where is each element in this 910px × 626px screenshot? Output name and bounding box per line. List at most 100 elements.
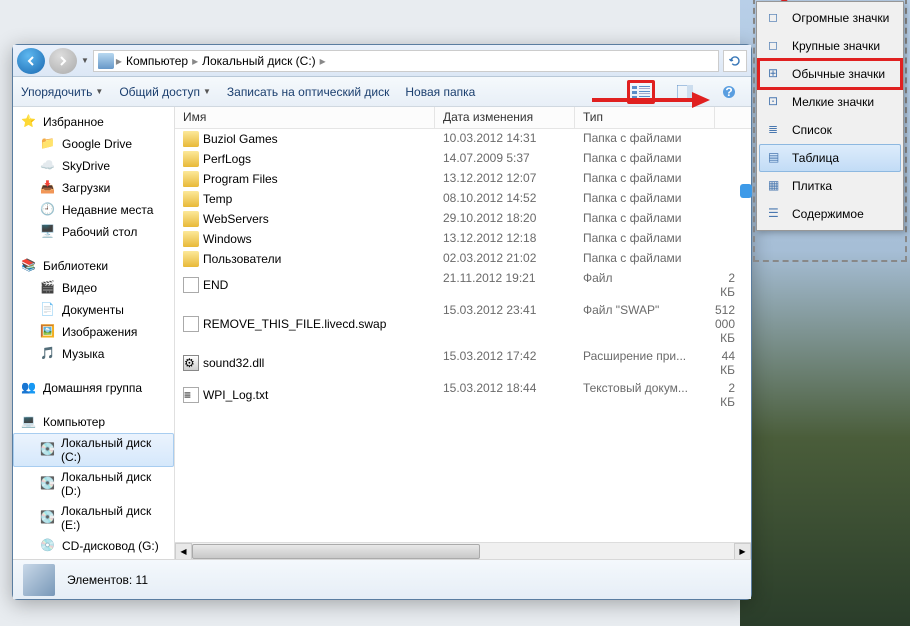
view-icon: ☰ [768, 206, 784, 222]
sidebar-favorites-header[interactable]: ⭐Избранное [13, 111, 174, 133]
sidebar-item[interactable]: 🎵Музыка [13, 343, 174, 365]
table-row[interactable]: Buziol Games10.03.2012 14:31Папка с файл… [175, 129, 751, 149]
sidebar-item-label: Локальный диск (C:) [61, 436, 165, 464]
toolbar-help-button[interactable]: ? [715, 80, 743, 104]
folder-icon [183, 211, 199, 227]
table-row[interactable]: PerfLogs14.07.2009 5:37Папка с файлами [175, 149, 751, 169]
file-date: 15.03.2012 23:41 [435, 303, 575, 345]
file-type: Расширение при... [575, 349, 715, 377]
table-row[interactable]: Program Files13.12.2012 12:07Папка с фай… [175, 169, 751, 189]
toolbar-new-folder[interactable]: Новая папка [405, 85, 475, 99]
computer-icon: 💻 [21, 414, 37, 430]
file-name: Windows [203, 232, 252, 246]
toolbar-share[interactable]: Общий доступ▼ [119, 85, 211, 99]
table-row[interactable]: END21.11.2012 19:21Файл2 КБ [175, 269, 751, 301]
toolbar-preview-pane-button[interactable] [671, 80, 699, 104]
column-name[interactable]: Имя [175, 107, 435, 128]
chevron-right-icon[interactable]: ▸ [192, 54, 198, 68]
file-date: 21.11.2012 19:21 [435, 271, 575, 299]
sidebar-item-label: Локальный диск (E:) [61, 504, 165, 532]
view-menu-item[interactable]: ▦ Плитка [759, 172, 901, 200]
nav-history-dropdown[interactable]: ▼ [81, 56, 89, 65]
sidebar-item-label: Локальный диск (D:) [61, 470, 165, 498]
table-row[interactable]: REMOVE_THIS_FILE.livecd.swap 15.03.2012 2… [175, 301, 751, 347]
toolbar-view-button[interactable] [627, 80, 655, 104]
file-name: Пользователи [203, 252, 281, 266]
file-date: 13.12.2012 12:07 [435, 171, 575, 187]
svg-text:?: ? [725, 85, 732, 99]
file-date: 15.03.2012 17:42 [435, 349, 575, 377]
view-icon: ▦ [768, 178, 784, 194]
file-name: WPI_Log.txt [203, 388, 268, 402]
sidebar-item[interactable]: 🖥️Рабочий стол [13, 221, 174, 243]
sidebar-item[interactable]: 📁Google Drive [13, 133, 174, 155]
nav-back-button[interactable] [17, 48, 45, 74]
sidebar-item-label: Рабочий стол [62, 225, 137, 239]
sidebar-computer-header[interactable]: 💻Компьютер [13, 411, 174, 433]
scroll-right-arrow[interactable]: ▶ [734, 543, 751, 559]
file-type: Папка с файлами [575, 211, 715, 227]
file-size: 2 КБ [715, 271, 751, 299]
sidebar-item-label: Документы [62, 303, 124, 317]
sidebar-item-icon: 🎵 [40, 346, 56, 362]
file-size [715, 211, 751, 227]
view-menu-item[interactable]: ☰Содержимое [759, 200, 901, 228]
refresh-button[interactable] [723, 50, 747, 72]
view-menu-item[interactable]: ▤Таблица [759, 144, 901, 172]
file-name: sound32.dll [203, 356, 264, 370]
file-name: REMOVE_THIS_FILE.livecd.swap [203, 317, 386, 331]
sidebar-item[interactable]: ☁️SkyDrive [13, 155, 174, 177]
file-icon [183, 277, 199, 293]
nav-forward-button[interactable] [49, 48, 77, 74]
dll-icon: ⚙ [183, 355, 199, 371]
sidebar-item[interactable]: 🖼️Изображения [13, 321, 174, 343]
view-menu-item[interactable]: ◻Огромные значки [759, 4, 901, 32]
status-bar: Элементов: 11 [13, 559, 751, 599]
column-type[interactable]: Тип [575, 107, 715, 128]
sidebar-item[interactable]: 📥Загрузки [13, 177, 174, 199]
table-row[interactable]: Пользователи02.03.2012 21:02Папка с файл… [175, 249, 751, 269]
breadcrumb-drive[interactable]: Локальный диск (C:) [200, 54, 318, 68]
sidebar-item[interactable]: 💽Локальный диск (E:) [13, 501, 174, 535]
breadcrumb[interactable]: ▸ Компьютер ▸ Локальный диск (C:) ▸ [93, 50, 719, 72]
table-row[interactable]: Temp08.10.2012 14:52Папка с файлами [175, 189, 751, 209]
column-date[interactable]: Дата изменения [435, 107, 575, 128]
table-row[interactable]: WebServers29.10.2012 18:20Папка с файлам… [175, 209, 751, 229]
view-menu-item[interactable]: ≣Список [759, 116, 901, 144]
scroll-left-arrow[interactable]: ◀ [175, 543, 192, 559]
file-date: 13.12.2012 12:18 [435, 231, 575, 247]
chevron-right-icon[interactable]: ▸ [116, 54, 122, 68]
sidebar-item[interactable]: 📄Документы [13, 299, 174, 321]
breadcrumb-computer[interactable]: Компьютер [124, 54, 190, 68]
sidebar-item[interactable]: 💽Локальный диск (C:) [13, 433, 174, 467]
view-menu-item[interactable]: ◻Крупные значки [759, 32, 901, 60]
sidebar-libraries-header[interactable]: 📚Библиотеки [13, 255, 174, 277]
toolbar-organize[interactable]: Упорядочить▼ [21, 85, 103, 99]
table-row[interactable]: ⚙ sound32.dll 15.03.2012 17:42Расширение п… [175, 347, 751, 379]
sidebar-item[interactable]: 💽 Локальный диск (D:) [13, 467, 174, 501]
file-type: Папка с файлами [575, 171, 715, 187]
view-menu-item[interactable]: ⊡Мелкие значки [759, 88, 901, 116]
view-slider-handle[interactable] [740, 184, 752, 198]
folder-icon [183, 151, 199, 167]
horizontal-scrollbar[interactable]: ◀ ▶ [175, 542, 751, 559]
content-area: ⭐Избранное 📁Google Drive☁️SkyDrive📥Загру… [13, 107, 751, 559]
file-date: 08.10.2012 14:52 [435, 191, 575, 207]
folder-icon [183, 171, 199, 187]
file-size: 44 КБ [715, 349, 751, 377]
chevron-right-icon[interactable]: ▸ [320, 54, 326, 68]
file-size [715, 131, 751, 147]
table-row[interactable]: Windows13.12.2012 12:18Папка с файлами [175, 229, 751, 249]
toolbar: Упорядочить▼ Общий доступ▼ Записать на о… [13, 77, 751, 107]
view-menu-item[interactable]: ⊞Обычные значки [759, 60, 901, 88]
toolbar-burn[interactable]: Записать на оптический диск [227, 85, 390, 99]
sidebar-item[interactable]: 🎬Видео [13, 277, 174, 299]
sidebar-item[interactable]: 💿CD-дисковод (G:) [13, 535, 174, 557]
sidebar-homegroup-header[interactable]: 👥Домашняя группа [13, 377, 174, 399]
sidebar-item[interactable]: 🕘Недавние места [13, 199, 174, 221]
drive-icon: 💽 [40, 476, 55, 492]
view-menu-label: Плитка [792, 179, 832, 193]
scroll-thumb[interactable] [192, 544, 480, 559]
file-list[interactable]: Buziol Games10.03.2012 14:31Папка с файл… [175, 129, 751, 542]
table-row[interactable]: ≡WPI_Log.txt15.03.2012 18:44Текстовый до… [175, 379, 751, 411]
